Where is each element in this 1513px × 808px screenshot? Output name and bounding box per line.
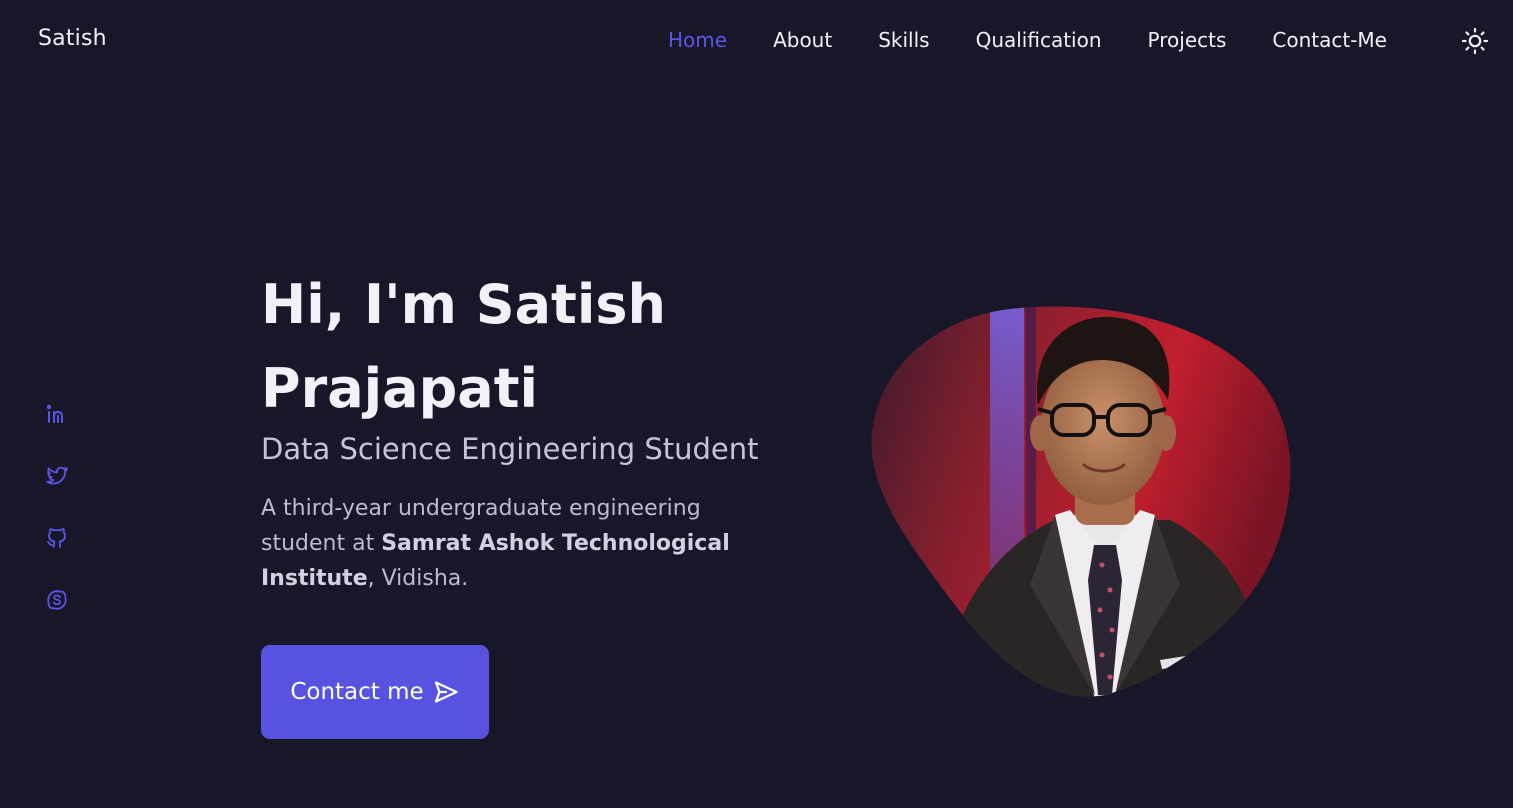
site-header: Satish Home About Skills Qualification P… bbox=[0, 0, 1513, 80]
profile-photo bbox=[871, 306, 1291, 697]
linkedin-link[interactable] bbox=[44, 401, 70, 427]
theme-toggle-button[interactable] bbox=[1461, 27, 1489, 55]
main-nav: Home About Skills Qualification Projects… bbox=[668, 28, 1387, 52]
github-link[interactable] bbox=[44, 525, 70, 551]
twitter-link[interactable] bbox=[44, 463, 70, 489]
nav-projects[interactable]: Projects bbox=[1148, 28, 1227, 52]
hero-subtitle: Data Science Engineering Student bbox=[261, 432, 759, 466]
social-links bbox=[44, 401, 70, 649]
linkedin-icon bbox=[46, 404, 63, 423]
nav-skills[interactable]: Skills bbox=[878, 28, 929, 52]
nav-home[interactable]: Home bbox=[668, 28, 727, 52]
hero-description: A third-year undergraduate engineering s… bbox=[261, 491, 781, 596]
twitter-icon bbox=[46, 466, 68, 485]
hero-title: Hi, I'm Satish Prajapati bbox=[261, 273, 666, 420]
skype-icon bbox=[47, 590, 67, 610]
contact-me-button[interactable]: Contact me bbox=[261, 645, 489, 739]
nav-contact-me[interactable]: Contact-Me bbox=[1272, 28, 1387, 52]
nav-about[interactable]: About bbox=[773, 28, 832, 52]
description-suffix: , Vidisha. bbox=[367, 566, 469, 591]
skype-link[interactable] bbox=[44, 587, 70, 613]
contact-me-label: Contact me bbox=[290, 679, 424, 705]
site-logo[interactable]: Satish bbox=[38, 26, 107, 51]
github-icon bbox=[47, 528, 66, 548]
send-icon bbox=[434, 681, 458, 703]
nav-qualification[interactable]: Qualification bbox=[976, 28, 1102, 52]
sun-icon bbox=[1461, 27, 1489, 55]
